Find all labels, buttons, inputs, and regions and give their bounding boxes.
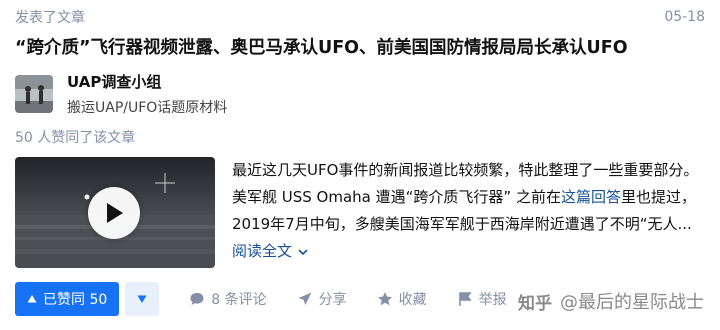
watermark-author: @最后的星际战士: [560, 292, 704, 313]
play-icon: [107, 203, 123, 223]
answer-link[interactable]: 这篇回答: [561, 188, 621, 206]
chevron-down-icon: [298, 248, 308, 255]
favorite-button[interactable]: 收藏: [377, 289, 427, 309]
vote-up-button[interactable]: 已赞同 50: [15, 282, 120, 316]
report-button[interactable]: 举报: [457, 289, 507, 309]
zhihu-watermark: 知乎 @最后的星际战士: [518, 288, 704, 314]
zhihu-logo: 知乎: [518, 293, 552, 314]
favorite-label: 收藏: [398, 292, 427, 308]
author-name[interactable]: UAP调查小组: [67, 71, 227, 92]
share-icon: [298, 292, 312, 305]
triangle-up-icon: [27, 295, 37, 303]
likes-note: 50 人赞同了该文章: [15, 130, 136, 146]
flag-icon: [458, 292, 472, 306]
article-title[interactable]: “跨介质”飞行器视频泄露、奥巴马承认UFO、前美国国防情报局局长承认UFO: [15, 36, 705, 60]
author-block: UAP调查小组 搬运UAP/UFO话题原材料: [15, 72, 227, 116]
play-button[interactable]: [88, 187, 140, 239]
article-excerpt[interactable]: 最近这几天UFO事件的新闻报道比较频繁，特此整理了一些重要部分。 美军舰 USS…: [232, 157, 708, 265]
post-date: 05-18: [664, 9, 705, 25]
share-button[interactable]: 分享: [297, 289, 347, 309]
report-label: 举报: [478, 292, 507, 308]
read-more-link[interactable]: 阅读全文: [232, 242, 309, 260]
share-label: 分享: [318, 292, 347, 308]
vote-up-label: 已赞同 50: [43, 292, 108, 308]
author-bio: 搬运UAP/UFO话题原材料: [67, 100, 228, 116]
comment-label: 8 条评论: [211, 292, 267, 308]
vote-down-button[interactable]: [125, 282, 160, 316]
video-thumbnail[interactable]: [15, 157, 215, 268]
star-icon: [377, 292, 392, 306]
triangle-down-icon: [137, 295, 147, 303]
activity-status: 发表了文章: [15, 10, 85, 26]
read-more-label: 阅读全文: [232, 242, 293, 260]
comment-icon: [190, 293, 204, 305]
author-avatar[interactable]: [15, 75, 53, 113]
feed-item-header: 发表了文章 05-18: [15, 6, 705, 28]
comment-button[interactable]: 8 条评论: [189, 289, 267, 309]
